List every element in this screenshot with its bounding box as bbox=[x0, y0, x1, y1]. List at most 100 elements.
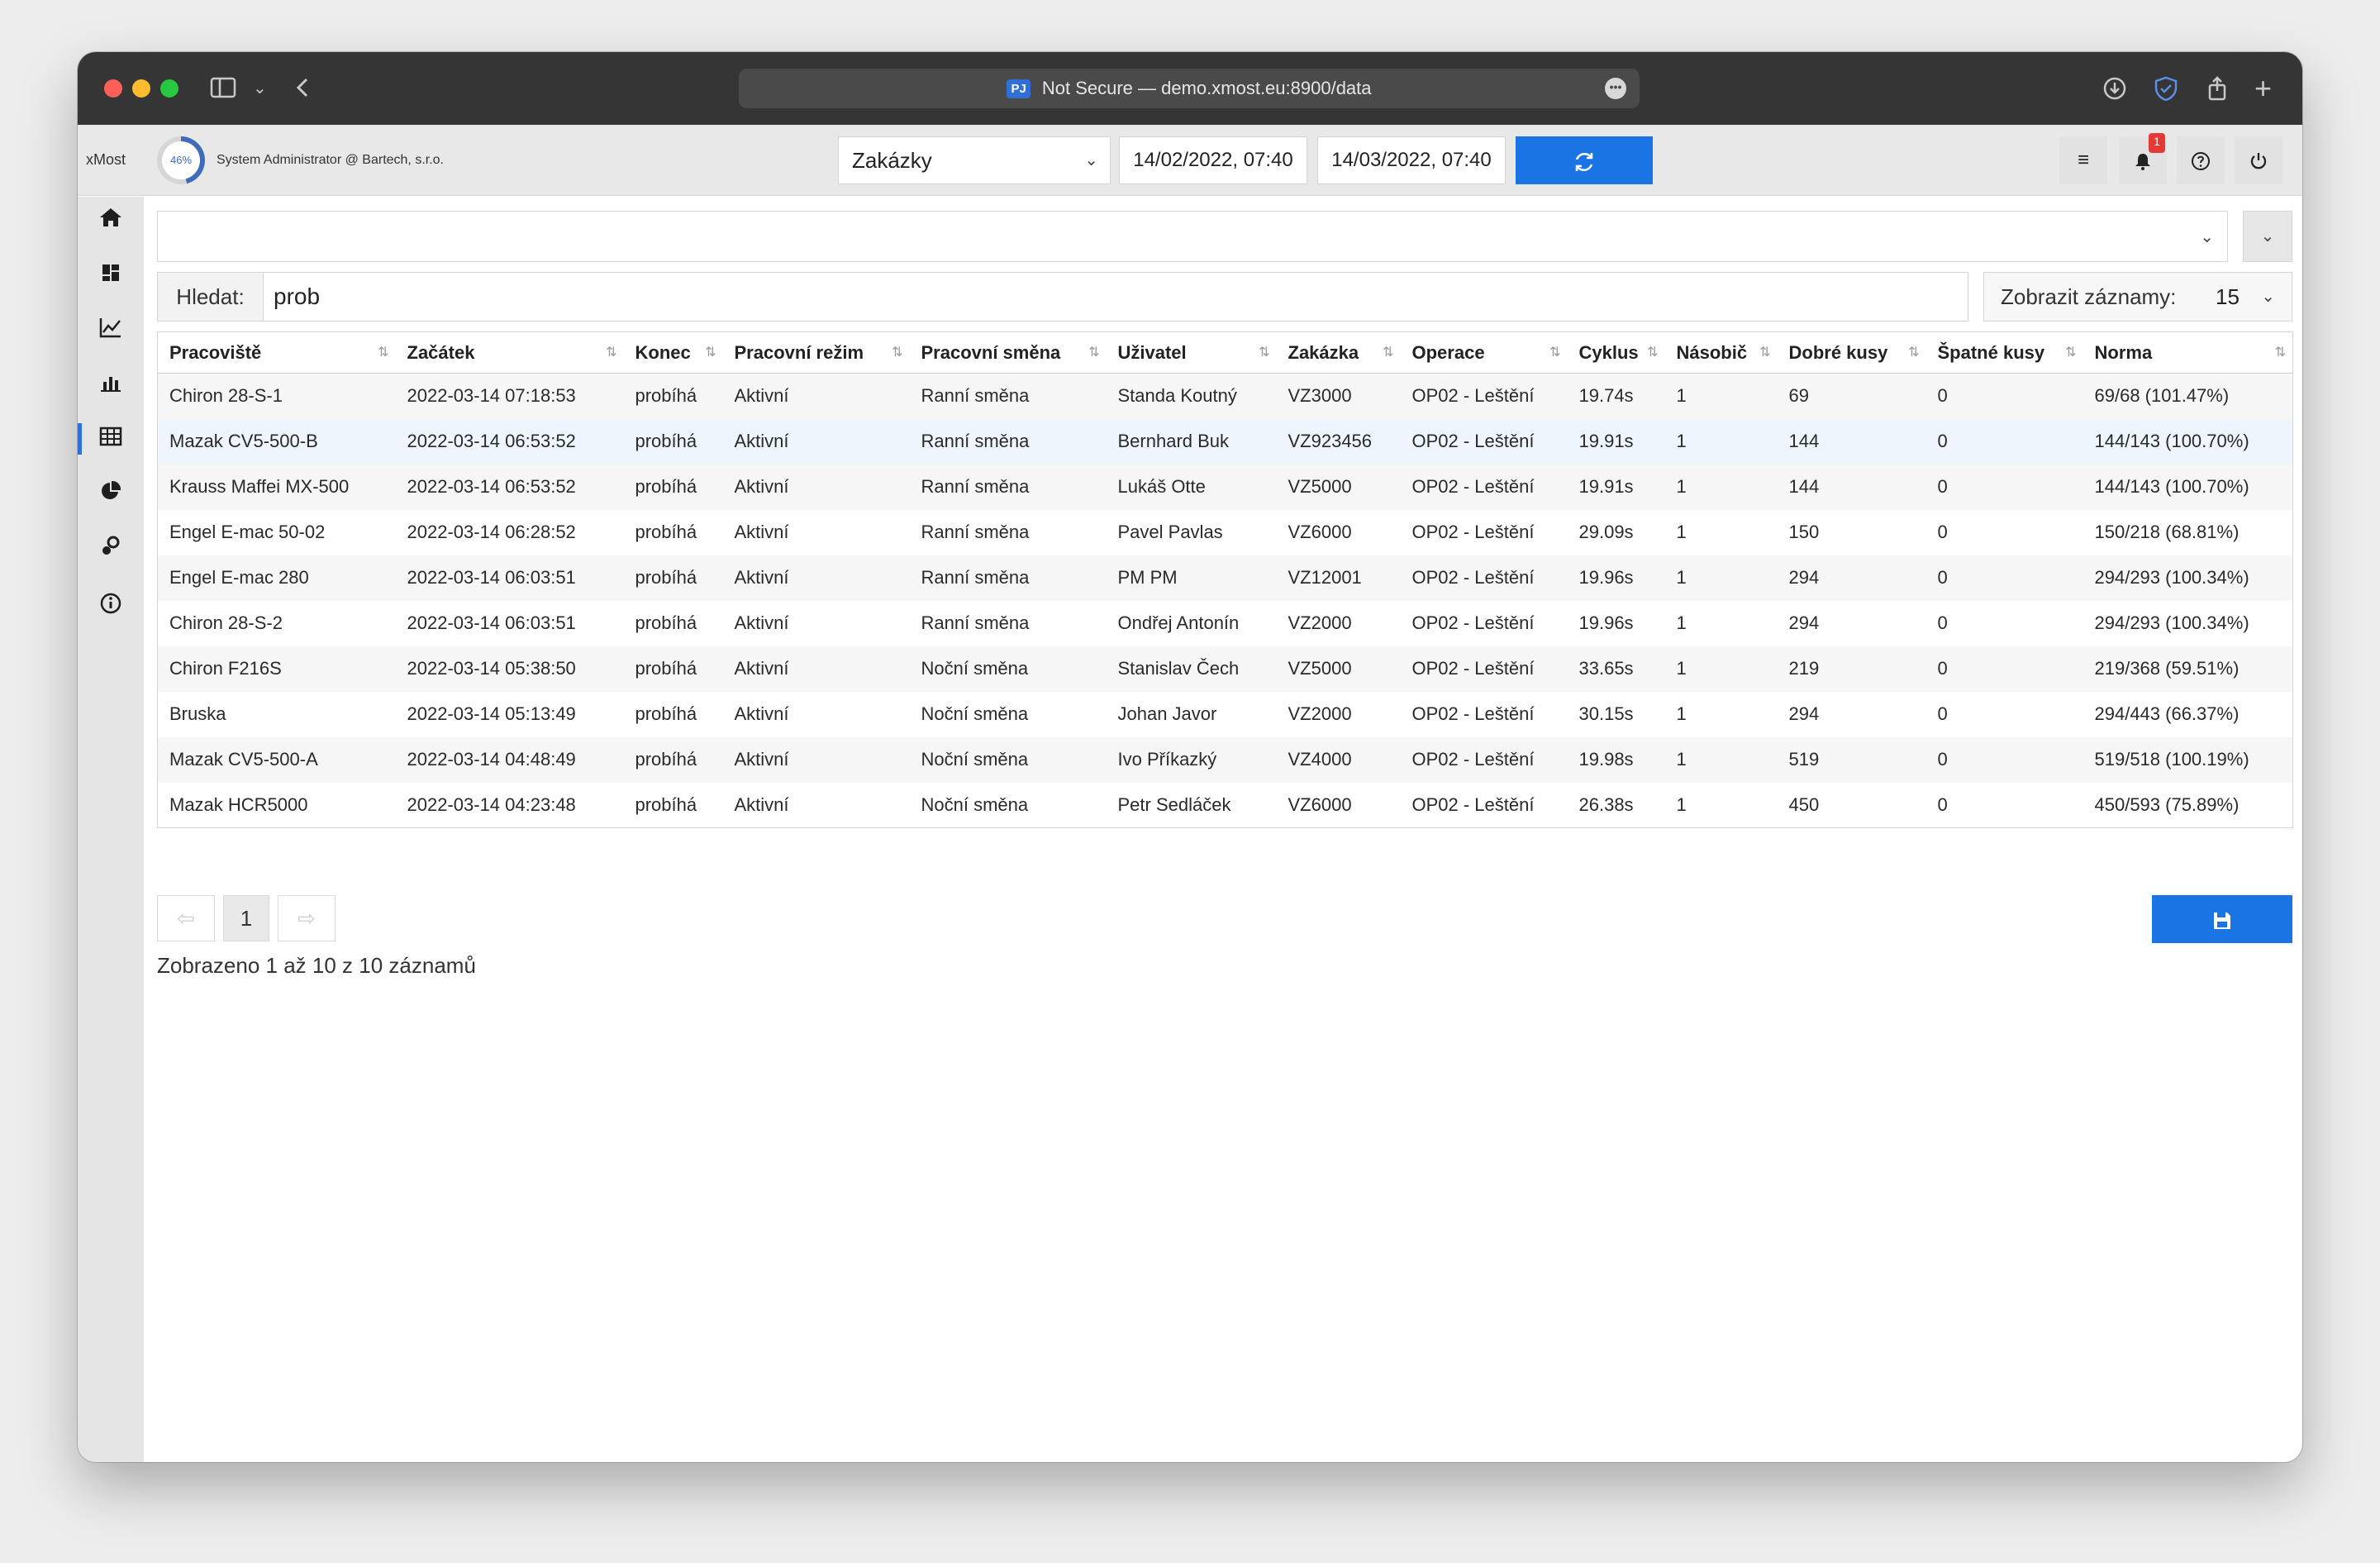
sort-icon[interactable]: ⇅ bbox=[1759, 344, 1770, 360]
share-icon[interactable] bbox=[2205, 76, 2230, 106]
sort-icon[interactable]: ⇅ bbox=[2275, 344, 2286, 360]
column-header[interactable]: Pracovní režim ⇅ bbox=[722, 331, 910, 374]
sort-icon[interactable]: ⇅ bbox=[705, 344, 716, 360]
sort-icon[interactable]: ⇅ bbox=[1383, 344, 1393, 360]
notifications-button[interactable]: 1 bbox=[2119, 133, 2167, 184]
sidebar-item-bar-chart[interactable] bbox=[78, 364, 144, 405]
table-cell: 144 bbox=[1777, 418, 1926, 465]
column-header[interactable]: Konec ⇅ bbox=[623, 331, 723, 374]
sidebar-item-pie-chart[interactable] bbox=[78, 473, 144, 514]
table-cell: 2022-03-14 06:53:52 bbox=[395, 418, 624, 465]
column-header[interactable]: Začátek ⇅ bbox=[395, 331, 624, 374]
table-cell: OP02 - Leštění bbox=[1411, 522, 1535, 542]
table-cell: 19.96s bbox=[1567, 555, 1665, 601]
table-row[interactable]: Bruska 2022-03-14 05:13:49 probíhá Aktivní N… bbox=[158, 692, 2293, 737]
column-header[interactable]: Násobič ⇅ bbox=[1664, 331, 1778, 374]
sort-icon[interactable]: ⇅ bbox=[1647, 344, 1658, 360]
table-icon bbox=[99, 426, 122, 452]
filter-select[interactable]: ⌄ bbox=[157, 211, 2228, 262]
minimize-window-button[interactable] bbox=[132, 79, 150, 98]
prev-page-button[interactable]: ⇦ bbox=[157, 895, 215, 941]
download-icon[interactable] bbox=[2102, 76, 2127, 106]
sidebar-item-line-chart[interactable] bbox=[78, 309, 144, 350]
back-icon[interactable] bbox=[294, 76, 311, 104]
column-header[interactable]: Zakázka ⇅ bbox=[1276, 331, 1401, 374]
table-cell: Ranní směna bbox=[909, 373, 1107, 419]
close-window-button[interactable] bbox=[104, 79, 122, 98]
table-cell: 1 bbox=[1676, 793, 1687, 815]
help-button[interactable] bbox=[2177, 136, 2225, 184]
table-cell: 294/293 (100.34%) bbox=[2082, 555, 2293, 601]
sidebar-item-info[interactable] bbox=[78, 585, 144, 627]
column-header[interactable]: Dobré kusy ⇅ bbox=[1777, 331, 1926, 374]
column-header-label: Norma bbox=[2094, 341, 2153, 363]
more-icon[interactable]: ••• bbox=[1605, 78, 1626, 99]
table-cell: Ranní směna bbox=[921, 522, 1030, 542]
sort-icon[interactable]: ⇅ bbox=[892, 344, 902, 360]
table-cell: Ondřej Antonín bbox=[1117, 612, 1240, 633]
sidebar-item-dashboard[interactable] bbox=[78, 255, 144, 296]
table-cell: Pavel Pavlas bbox=[1117, 522, 1223, 542]
shield-icon[interactable] bbox=[2154, 76, 2178, 106]
sidebar-item-settings[interactable] bbox=[78, 527, 144, 569]
table-cell: 29.09s bbox=[1578, 522, 1634, 542]
table-row[interactable]: Mazak HCR5000 2022-03-14 04:23:48 probíhá A… bbox=[158, 783, 2293, 828]
sort-icon[interactable]: ⇅ bbox=[1088, 344, 1099, 360]
sidebar-item-table[interactable] bbox=[78, 418, 144, 460]
table-cell: probíhá bbox=[623, 464, 723, 510]
line-chart-icon bbox=[99, 317, 122, 344]
export-button[interactable] bbox=[2152, 895, 2292, 943]
logout-button[interactable] bbox=[2235, 136, 2282, 184]
table-cell: 2022-03-14 06:53:52 bbox=[395, 464, 624, 510]
date-to-input[interactable]: 14/03/2022, 07:40 bbox=[1317, 136, 1506, 184]
column-header[interactable]: Operace ⇅ bbox=[1400, 331, 1568, 374]
column-header[interactable]: Pracoviště ⇅ bbox=[157, 331, 396, 374]
address-bar[interactable]: PJ Not Secure — demo.xmost.eu:8900/data … bbox=[739, 69, 1640, 108]
column-header[interactable]: Uživatel ⇅ bbox=[1106, 331, 1277, 374]
page-size-select[interactable]: Zobrazit záznamy: 15 ⌄ bbox=[1983, 272, 2292, 322]
table-cell: Ranní směna bbox=[921, 612, 1030, 633]
table-cell: Johan Javor bbox=[1117, 703, 1217, 724]
sort-icon[interactable]: ⇅ bbox=[1908, 344, 1919, 360]
search-input[interactable] bbox=[274, 279, 1844, 314]
column-header[interactable]: Pracovní směna ⇅ bbox=[909, 331, 1107, 374]
gears-icon bbox=[100, 535, 121, 562]
column-header[interactable]: Špatné kusy ⇅ bbox=[1925, 331, 2083, 374]
table-row[interactable]: Chiron F216S 2022-03-14 05:38:50 probíhá Ak… bbox=[157, 646, 2293, 692]
table-cell: OP02 - Leštění bbox=[1411, 703, 1535, 724]
next-page-button[interactable]: ⇨ bbox=[278, 895, 336, 941]
zoom-window-button[interactable] bbox=[160, 79, 178, 98]
sort-icon[interactable]: ⇅ bbox=[2065, 344, 2076, 360]
view-select-value: Zakázky bbox=[852, 148, 932, 173]
url-text: Not Secure — demo.xmost.eu:8900/data bbox=[1041, 78, 1372, 98]
table-cell: 19.91s bbox=[1567, 418, 1665, 465]
table-cell: 1 bbox=[1676, 522, 1687, 542]
table-cell: VZ2000 bbox=[1288, 703, 1352, 724]
sort-icon[interactable]: ⇅ bbox=[378, 344, 388, 360]
table-row[interactable]: Engel E-mac 280 2022-03-14 06:03:51 probíh… bbox=[157, 555, 2293, 601]
column-header[interactable]: Cyklus ⇅ bbox=[1567, 331, 1665, 374]
filter-expand-button[interactable]: ⌄ bbox=[2243, 211, 2292, 262]
sidebar-item-home[interactable] bbox=[78, 199, 144, 241]
table-cell: Krauss Maffei MX-500 bbox=[157, 464, 396, 510]
sort-icon[interactable]: ⇅ bbox=[606, 344, 616, 360]
page-1-button[interactable]: 1 bbox=[223, 895, 269, 941]
column-header[interactable]: Norma ⇅ bbox=[2082, 331, 2293, 374]
sidebar-toggle-icon[interactable] bbox=[210, 76, 236, 104]
table-row[interactable]: Krauss Maffei MX-500 2022-03-14 06:53:52 p… bbox=[157, 464, 2293, 510]
pie-chart-icon bbox=[100, 480, 121, 507]
sort-icon[interactable]: ⇅ bbox=[1259, 344, 1269, 360]
table-row[interactable]: Chiron 28-S-1 2022-03-14 07:18:53 probíhá A… bbox=[157, 373, 2293, 419]
dashboard-icon bbox=[101, 262, 121, 288]
chevron-down-icon[interactable]: ⌄ bbox=[253, 76, 267, 101]
menu-button[interactable]: ≡ bbox=[2059, 136, 2107, 184]
new-tab-icon[interactable]: + bbox=[2254, 74, 2272, 103]
refresh-button[interactable] bbox=[1516, 136, 1653, 184]
table-row[interactable]: Mazak CV5-500-A 2022-03-14 04:48:49 probíh… bbox=[157, 736, 2293, 783]
sort-icon[interactable]: ⇅ bbox=[1549, 344, 1560, 360]
table-row[interactable]: Engel E-mac 50-02 2022-03-14 06:28:52 prob… bbox=[158, 510, 2293, 555]
table-row[interactable]: Mazak CV5-500-B 2022-03-14 06:53:52 probíh… bbox=[157, 418, 2293, 465]
view-select[interactable]: Zakázky ⌄ bbox=[838, 136, 1111, 184]
table-row[interactable]: Chiron 28-S-2 2022-03-14 06:03:51 probíhá A… bbox=[158, 601, 2293, 646]
date-from-input[interactable]: 14/02/2022, 07:40 bbox=[1119, 136, 1307, 184]
